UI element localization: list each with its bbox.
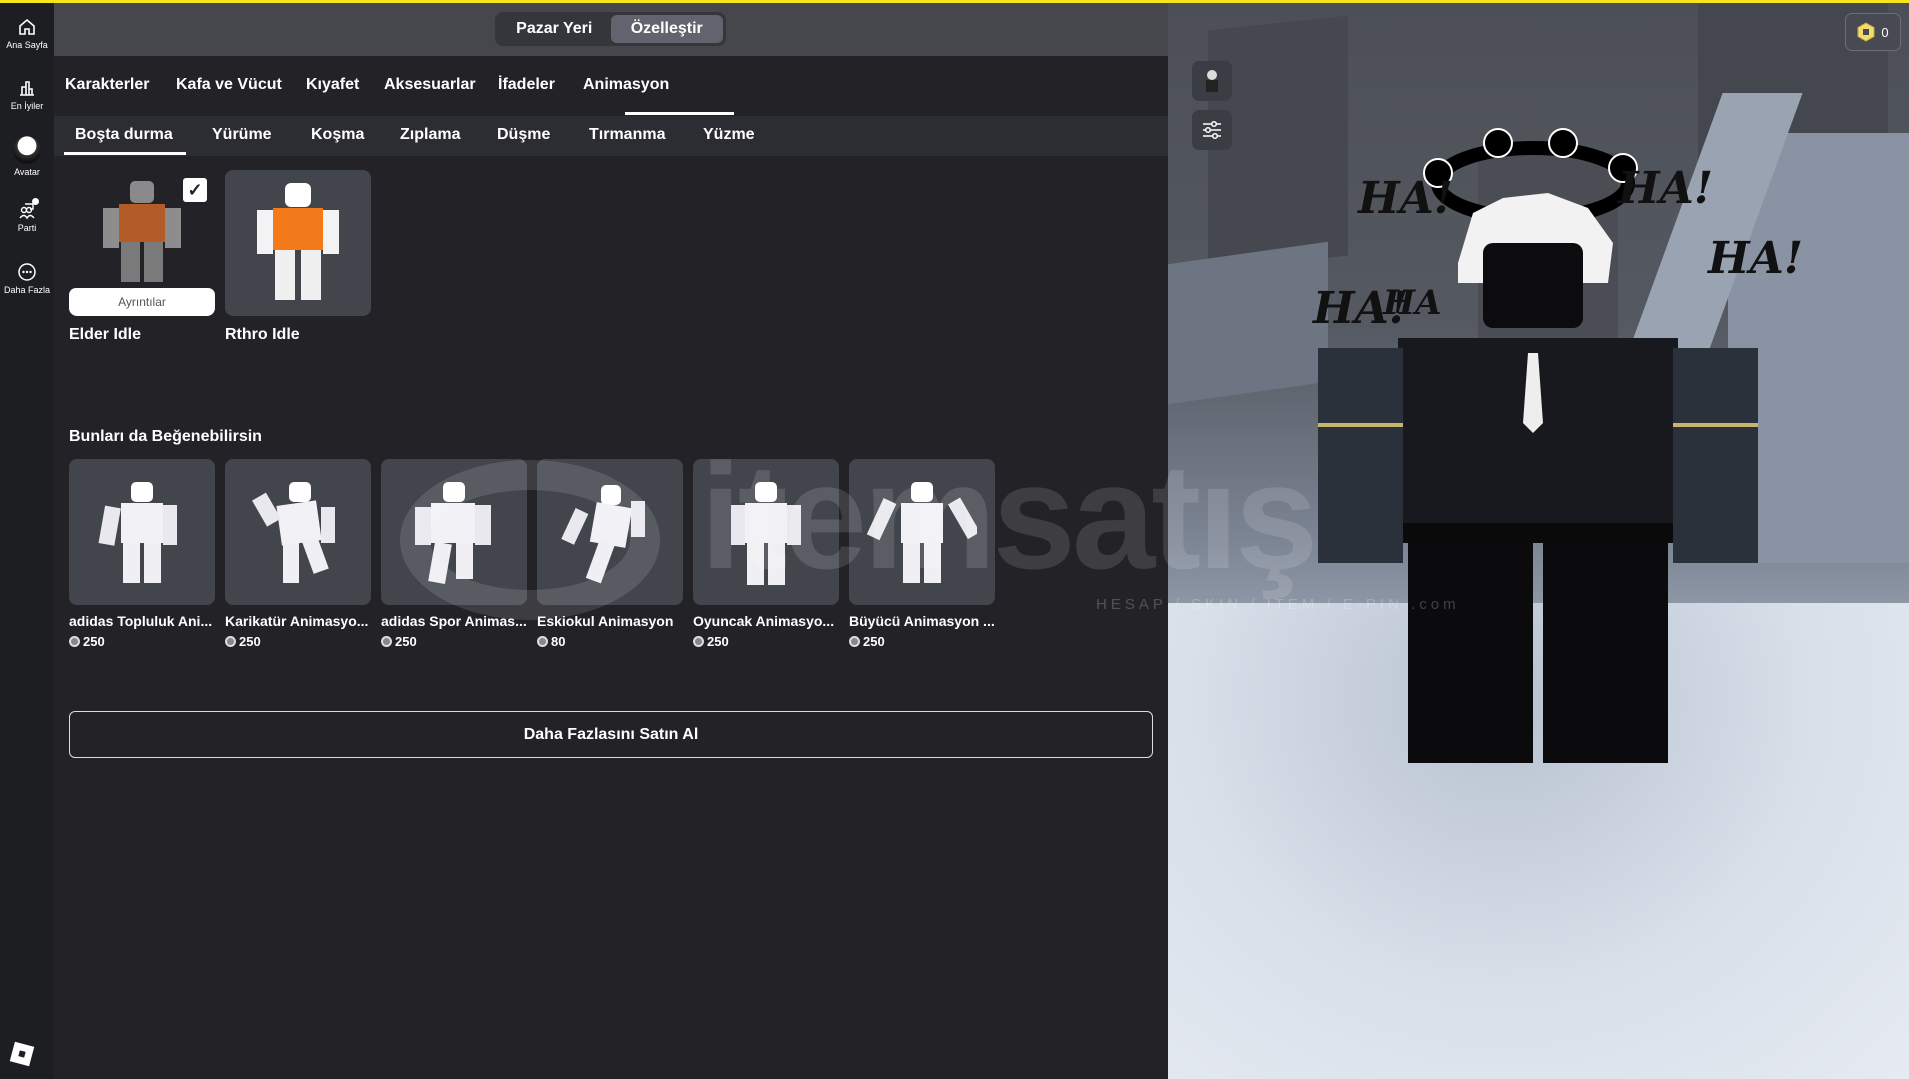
robux-icon: [225, 636, 236, 647]
top-header: Pazar Yeri Özelleştir: [54, 3, 1168, 56]
animation-figure-icon: [415, 482, 491, 584]
scene-text: HA!: [1708, 233, 1804, 284]
recommended-animation-price: 250: [225, 634, 261, 649]
card-name: Elder Idle: [69, 326, 142, 343]
category-tabs: Karakterler Kafa ve Vücut Kıyafet Aksesu…: [54, 56, 1168, 116]
avatar-3d-viewport[interactable]: HA! HA! HA! HA! HA 0: [1168, 3, 1909, 1079]
recommended-animation-name[interactable]: Eskiokul Animasyon: [537, 613, 683, 629]
avatar-character: [1318, 128, 1758, 763]
animation-subtabs: Boşta durma Yürüme Koşma Zıplama Düşme T…: [54, 116, 1168, 156]
robux-icon: [1857, 22, 1875, 42]
avatar-thumbnail-icon: [1206, 70, 1218, 92]
sidebar-label: Ana Sayfa: [6, 40, 48, 50]
price-value: 250: [863, 634, 885, 649]
robux-icon: [537, 636, 548, 647]
selected-check-icon[interactable]: ✓: [183, 178, 207, 202]
sidebar-label: Parti: [17, 223, 37, 233]
recommended-animation-name[interactable]: adidas Topluluk Ani...: [69, 613, 215, 629]
scene-text: HA!: [1618, 163, 1714, 214]
more-icon: [18, 263, 36, 281]
elder-idle-figure-icon: [103, 181, 181, 283]
recommended-animation-name[interactable]: Büyücü Animasyon ...: [849, 613, 995, 629]
recommended-animation-price: 250: [849, 634, 885, 649]
sidebar-label: Avatar: [14, 167, 40, 177]
active-subtab-indicator: [64, 152, 186, 155]
recommended-animation-price: 250: [693, 634, 729, 649]
scene-text: HA: [1383, 283, 1442, 323]
animation-figure-icon: [731, 482, 801, 585]
sidebar-item-party[interactable]: Parti: [0, 198, 54, 233]
subtab-jump[interactable]: Zıplama: [400, 126, 460, 144]
sidebar-item-home[interactable]: Ana Sayfa: [0, 17, 54, 50]
recommendations-title: Bunları da Beğenebilirsin: [69, 428, 262, 445]
sidebar-item-more[interactable]: Daha Fazla: [0, 262, 54, 295]
home-icon: [19, 18, 35, 35]
recommended-animation-card[interactable]: [849, 459, 995, 605]
animation-figure-icon: [561, 485, 645, 584]
recommended-animation-card[interactable]: [537, 459, 683, 605]
avatar-icon: [13, 136, 41, 164]
recommended-animation-card[interactable]: [693, 459, 839, 605]
tab-characters[interactable]: Karakterler: [65, 76, 150, 94]
tab-head-body[interactable]: Kafa ve Vücut: [176, 76, 282, 94]
price-value: 250: [395, 634, 417, 649]
tab-animation[interactable]: Animasyon: [583, 76, 669, 94]
tab-clothing[interactable]: Kıyafet: [306, 76, 359, 94]
rthro-idle-figure-icon: [257, 183, 339, 300]
sidebar: Ana Sayfa En İyiler Avatar Parti Daha Fa…: [0, 3, 54, 1079]
top-accent-line: [0, 0, 1909, 3]
animation-card-rthro-idle[interactable]: [225, 170, 371, 316]
subtab-idle[interactable]: Boşta durma: [75, 126, 173, 144]
buy-more-button[interactable]: Daha Fazlasını Satın Al: [69, 711, 1153, 758]
active-tab-indicator: [625, 112, 734, 115]
recommended-animation-card[interactable]: [225, 459, 371, 605]
sidebar-item-charts[interactable]: En İyiler: [0, 78, 54, 111]
chart-icon: [20, 81, 34, 96]
recommended-animation-card[interactable]: [381, 459, 527, 605]
robux-balance[interactable]: 0: [1845, 13, 1901, 51]
subtab-swim[interactable]: Yüzme: [703, 126, 755, 144]
sliders-icon: [1203, 120, 1221, 140]
price-value: 80: [551, 634, 566, 649]
recommended-animation-name[interactable]: adidas Spor Animas...: [381, 613, 527, 629]
recommended-animation-name[interactable]: Oyuncak Animasyo...: [693, 613, 839, 629]
sidebar-item-avatar[interactable]: Avatar: [0, 136, 54, 177]
mode-switch: Pazar Yeri Özelleştir: [495, 12, 726, 46]
animation-card-elder-idle[interactable]: ✓ Ayrıntılar: [69, 170, 215, 316]
subtab-climb[interactable]: Tırmanma: [589, 126, 665, 144]
price-value: 250: [83, 634, 105, 649]
animation-figure-icon: [98, 482, 177, 583]
robux-icon: [693, 636, 704, 647]
roblox-logo-icon[interactable]: [9, 1041, 35, 1067]
recommended-animation-name[interactable]: Karikatür Animasyo...: [225, 613, 371, 629]
avatar-thumbnail-button[interactable]: [1192, 61, 1232, 101]
subtab-run[interactable]: Koşma: [311, 126, 364, 144]
tab-marketplace[interactable]: Pazar Yeri: [498, 15, 611, 43]
notification-dot: [32, 198, 39, 205]
tab-customize[interactable]: Özelleştir: [610, 15, 723, 43]
animation-figure-icon: [867, 482, 977, 583]
recommended-animation-card[interactable]: [69, 459, 215, 605]
details-button[interactable]: Ayrıntılar: [69, 288, 215, 316]
tab-accessories[interactable]: Aksesuarlar: [384, 76, 476, 94]
robux-icon: [69, 636, 80, 647]
tab-emotes[interactable]: İfadeler: [498, 76, 555, 94]
price-value: 250: [239, 634, 261, 649]
sidebar-label: Daha Fazla: [3, 285, 51, 295]
animation-figure-icon: [252, 482, 335, 583]
robux-amount: 0: [1881, 24, 1889, 40]
subtab-fall[interactable]: Düşme: [497, 126, 550, 144]
recommended-animation-price: 250: [381, 634, 417, 649]
scene-text: HA!: [1358, 173, 1454, 224]
sidebar-label: En İyiler: [10, 101, 44, 111]
recommended-animation-price: 250: [69, 634, 105, 649]
robux-icon: [381, 636, 392, 647]
subtab-walk[interactable]: Yürüme: [212, 126, 272, 144]
price-value: 250: [707, 634, 729, 649]
robux-icon: [849, 636, 860, 647]
recommended-animation-price: 80: [537, 634, 565, 649]
settings-sliders-button[interactable]: [1192, 110, 1232, 150]
card-name: Rthro Idle: [225, 326, 300, 343]
